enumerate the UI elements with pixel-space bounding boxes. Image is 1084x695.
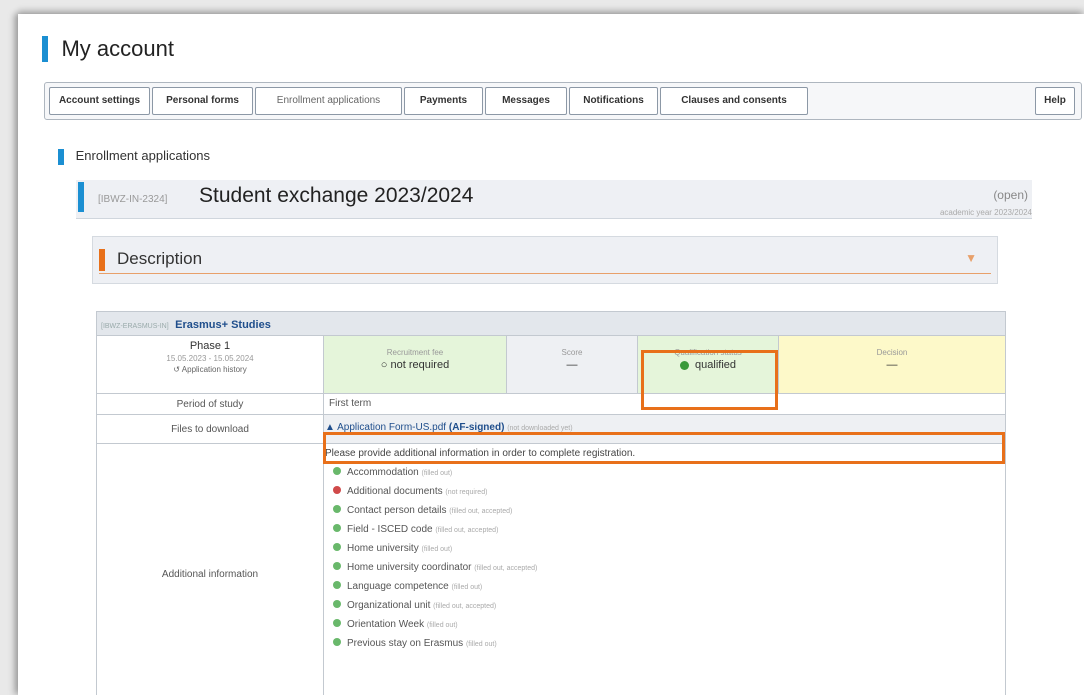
check-circle-icon bbox=[333, 619, 341, 628]
list-item[interactable]: Contact person details (filled out, acce… bbox=[333, 501, 985, 520]
academic-year: academic year 2023/2024 bbox=[939, 208, 1032, 217]
list-item[interactable]: Accommodation (filled out) bbox=[333, 463, 985, 482]
erasmus-application-table: [IBWZ-ERASMUS-IN] Erasmus+ Studies Phase… bbox=[96, 311, 1006, 695]
check-circle-icon bbox=[333, 524, 341, 533]
recruitment-fee-label: Recruitment fee bbox=[386, 348, 444, 357]
additional-information-label: Additional information bbox=[97, 444, 324, 695]
decision-label: Decision bbox=[876, 348, 908, 357]
phase-cell: Phase 1 15.05.2023 - 15.05.2024 ↺ Applic… bbox=[97, 336, 324, 393]
file-download-note: (not downloaded yet) bbox=[507, 425, 573, 432]
download-icon: ▲ bbox=[325, 422, 335, 433]
tab-messages[interactable]: Messages bbox=[485, 87, 567, 115]
section-title: Enrollment applications bbox=[75, 148, 211, 163]
tab-clauses-and-consents[interactable]: Clauses and consents bbox=[660, 87, 808, 115]
description-panel[interactable]: Description ▼ bbox=[92, 236, 998, 284]
tab-notifications[interactable]: Notifications bbox=[569, 87, 658, 115]
files-to-download-row: Files to download ▲ Application Form-US.… bbox=[97, 415, 1005, 444]
check-circle-icon bbox=[679, 360, 689, 370]
files-to-download-label: Files to download bbox=[97, 415, 324, 443]
erasmus-name[interactable]: Erasmus+ Studies bbox=[175, 319, 271, 331]
check-circle-icon bbox=[333, 562, 341, 571]
qualification-status-cell: Qualification status qualified bbox=[638, 336, 779, 393]
period-of-study-row: Period of study First term bbox=[97, 394, 1005, 415]
account-tabs: Account settings Personal forms Enrollme… bbox=[44, 82, 1082, 120]
qualification-status-value: qualified bbox=[638, 359, 778, 371]
list-item[interactable]: Previous stay on Erasmus (filled out) bbox=[333, 634, 985, 653]
additional-information-row: Additional information Please provide ad… bbox=[97, 444, 1005, 695]
list-item[interactable]: Language competence (filled out) bbox=[333, 577, 985, 596]
check-circle-icon bbox=[333, 543, 341, 552]
description-title: Description bbox=[117, 249, 203, 268]
check-circle-icon bbox=[333, 505, 341, 514]
additional-information-content: Please provide additional information in… bbox=[325, 448, 985, 653]
my-account-page: My account Account settings Personal for… bbox=[18, 14, 1084, 695]
additional-information-intro: Please provide additional information in… bbox=[325, 448, 636, 459]
program-status: (open) bbox=[993, 188, 1028, 202]
list-item[interactable]: Orientation Week (filled out) bbox=[333, 615, 985, 634]
expand-chevron-icon[interactable]: ▼ bbox=[965, 251, 977, 265]
period-of-study-value: First term bbox=[329, 398, 372, 409]
file-tag[interactable]: (AF-signed) bbox=[449, 422, 505, 433]
page-header: My account bbox=[42, 36, 174, 64]
tab-enrollment-applications[interactable]: Enrollment applications bbox=[255, 87, 402, 115]
x-circle-icon bbox=[333, 486, 341, 495]
additional-information-list: Accommodation (filled out) Additional do… bbox=[333, 463, 985, 653]
recruitment-fee-value: ○ not required bbox=[380, 359, 450, 371]
recruitment-fee-cell: Recruitment fee ○ not required bbox=[324, 336, 507, 393]
program-header: [IBWZ-IN-2324] Student exchange 2023/202… bbox=[76, 180, 1032, 219]
file-name[interactable]: Application Form-US.pdf bbox=[337, 422, 446, 433]
list-item[interactable]: Organizational unit (filled out, accepte… bbox=[333, 596, 985, 615]
description-accent-bar bbox=[99, 249, 105, 271]
description-underline bbox=[99, 273, 991, 274]
tab-account-settings[interactable]: Account settings bbox=[49, 87, 150, 115]
section-accent-bar bbox=[58, 148, 64, 165]
section-heading: Enrollment applications bbox=[58, 148, 210, 165]
check-circle-icon bbox=[333, 638, 341, 647]
score-value: — bbox=[566, 359, 578, 371]
check-circle-icon bbox=[333, 600, 341, 609]
check-circle-icon bbox=[333, 581, 341, 590]
phase-row: Phase 1 15.05.2023 - 15.05.2024 ↺ Applic… bbox=[97, 336, 1005, 394]
list-item[interactable]: Additional documents (not required) bbox=[333, 482, 985, 501]
program-code: [IBWZ-IN-2324] bbox=[98, 194, 168, 205]
phase-name: Phase 1 bbox=[189, 340, 231, 352]
phase-dates: 15.05.2023 - 15.05.2024 bbox=[166, 354, 254, 363]
score-cell: Score — bbox=[507, 336, 638, 393]
qualification-status-label: Qualification status bbox=[674, 348, 742, 357]
decision-value: — bbox=[886, 359, 898, 371]
tab-payments[interactable]: Payments bbox=[404, 87, 483, 115]
empty-circle-icon: ○ bbox=[380, 359, 388, 371]
help-button[interactable]: Help bbox=[1035, 87, 1075, 115]
list-item[interactable]: Field - ISCED code (filled out, accepted… bbox=[333, 520, 985, 539]
page-title: My account bbox=[61, 36, 174, 61]
title-accent-bar bbox=[42, 36, 48, 62]
list-item[interactable]: Home university (filled out) bbox=[333, 539, 985, 558]
check-circle-icon bbox=[333, 467, 341, 476]
history-icon: ↺ bbox=[173, 365, 180, 374]
program-accent-bar bbox=[78, 182, 84, 212]
file-download-link[interactable]: ▲ Application Form-US.pdf (AF-signed) (n… bbox=[325, 422, 573, 433]
application-history-link[interactable]: ↺ Application history bbox=[97, 365, 323, 374]
erasmus-code: [IBWZ-ERASMUS-IN] bbox=[101, 323, 169, 330]
list-item[interactable]: Home university coordinator (filled out,… bbox=[333, 558, 985, 577]
score-label: Score bbox=[561, 348, 583, 357]
period-of-study-label: Period of study bbox=[97, 394, 324, 414]
program-title[interactable]: Student exchange 2023/2024 bbox=[199, 184, 473, 208]
decision-cell: Decision — bbox=[779, 336, 1005, 393]
erasmus-header: [IBWZ-ERASMUS-IN] Erasmus+ Studies bbox=[97, 312, 1005, 336]
tab-personal-forms[interactable]: Personal forms bbox=[152, 87, 253, 115]
